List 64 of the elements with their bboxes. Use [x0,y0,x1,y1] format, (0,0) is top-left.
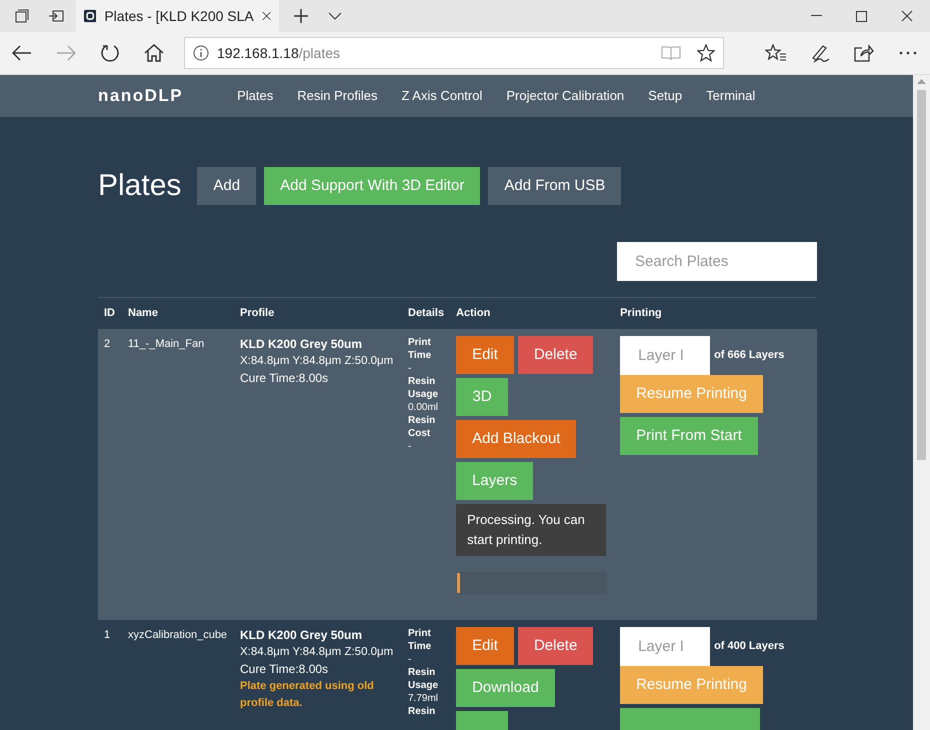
column-header: Details [402,298,450,328]
action-button[interactable]: Edit [456,626,514,664]
nav-link[interactable]: Terminal [706,86,756,106]
detail-value: - [408,440,412,452]
detail-label: Resin [408,704,436,718]
cure-time: Cure Time:8.00s [240,660,330,678]
detail-label: Print Time [408,336,432,362]
search-field[interactable]: Search Plates [617,242,817,281]
nav-link[interactable]: Z Axis Control [401,86,482,106]
profile-name: KLD K200 Grey 50um [240,626,364,644]
address-bar[interactable]: 192.168.1.18/plates [184,37,724,69]
column-header: Name [122,298,234,328]
layer-count: of 400 Layers [714,638,784,654]
detail-value: - [408,362,412,374]
action-button[interactable]: Add Blackout [456,420,576,458]
nav-link[interactable]: Plates [237,86,274,106]
cure-time: Cure Time:8.00s [240,370,330,386]
detail-value: 0.00ml [408,400,440,414]
page-title: Plates [98,168,182,204]
profile-name: KLD K200 Grey 50um [240,336,364,352]
nav-link[interactable]: Resin Profiles [297,86,378,106]
action-button[interactable]: Download [456,668,555,706]
plate-name: xyzCalibration_cube [128,628,228,640]
column-header: Printing [614,298,817,328]
layer-count: of 666 Layers [714,348,784,363]
header-button[interactable]: Add Support With 3D Editor [264,167,480,205]
info-icon[interactable] [193,45,209,61]
profile-specs: X:84.8μm Y:84.8μm Z:50.0μm [240,354,394,368]
column-header: Action [450,298,614,328]
detail-label: Print Time [408,626,432,652]
column-header: ID [98,298,122,328]
action-button[interactable]: 3D [456,378,508,416]
site-icon [84,8,96,24]
tab-title: Plates - [KLD K200 SLA [104,6,254,26]
status-message: Processing. You can start printing. [456,504,606,556]
action-button[interactable]: Delete [518,626,594,664]
nav-link[interactable]: Projector Calibration [506,86,624,106]
action-button[interactable]: Layers [456,462,534,500]
table-row[interactable] [98,328,817,620]
detail-value: - [408,652,412,666]
brand-logo[interactable]: nanoDLP [98,83,184,109]
table-cell: 2 [104,338,110,350]
profile-specs: X:84.8μm Y:84.8μm Z:50.0μm [240,644,394,660]
warning-text: Plate generated using old profile data. [240,678,375,710]
action-button[interactable]: Delete [518,336,594,374]
print-button[interactable]: Print From Start [620,416,758,454]
scrollbar[interactable] [913,75,930,730]
detail-label: Resin Cost [408,414,436,440]
star-icon[interactable] [697,44,715,62]
detail-label: Resin Usage [408,374,440,400]
layer-field[interactable]: Layer I [620,336,710,374]
browser-tab[interactable]: Plates - [KLD K200 SLA [76,0,279,32]
table-cell: 1 [104,628,110,640]
nav-link[interactable]: Setup [648,86,682,106]
detail-value: 7.79ml [408,692,440,704]
column-header: Profile [234,298,402,328]
detail-label: Resin Usage [408,666,440,692]
plate-name: 11_-_Main_Fan [128,338,204,350]
close-icon[interactable] [262,10,271,22]
url-text: 192.168.1.18/plates [217,44,341,63]
layer-field[interactable]: Layer I [620,626,710,666]
header-button[interactable]: Add [197,167,256,205]
header-button[interactable]: Add From USB [488,167,622,205]
action-button[interactable]: Edit [456,336,514,374]
